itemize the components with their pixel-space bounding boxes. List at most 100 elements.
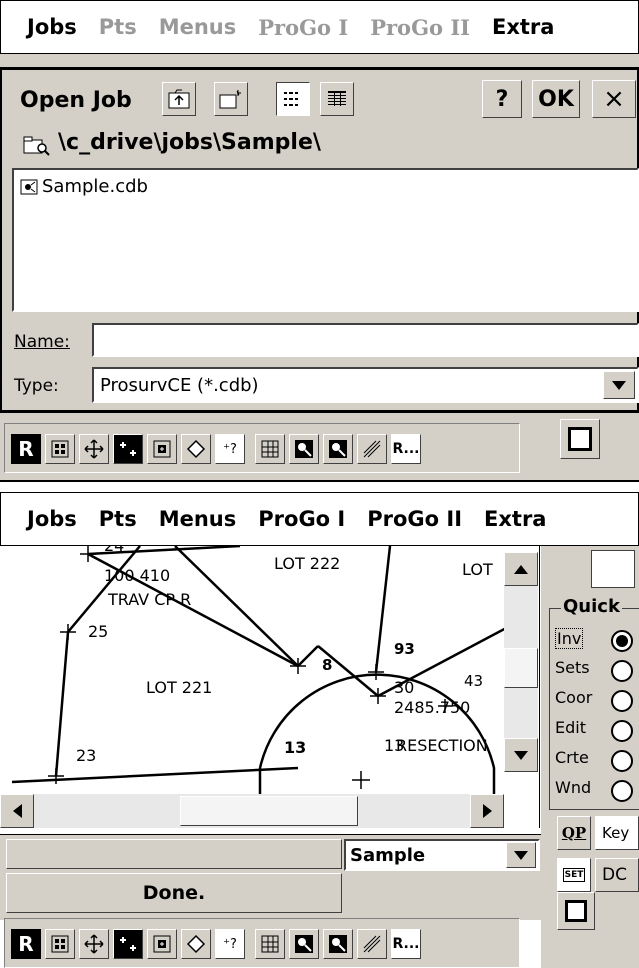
menu-menus-2[interactable]: Menus [159,507,237,531]
menu-progo-1[interactable]: ProGo I [258,15,348,40]
quick-top-box[interactable] [591,550,635,588]
menu-jobs[interactable]: Jobs [27,15,77,39]
hatch-button[interactable] [357,434,387,464]
menu-jobs-2[interactable]: Jobs [27,507,77,531]
qp-button[interactable]: QP [557,816,591,850]
zoom-extents-button[interactable] [45,434,75,464]
job-dropdown-button[interactable] [506,842,536,868]
vertical-scrollbar[interactable] [504,552,538,772]
top-corner-button[interactable] [560,419,600,459]
status-message-panel: Done. [6,873,342,913]
menu-menus[interactable]: Menus [159,15,237,39]
map-label-trav: TRAV CP R [108,590,192,609]
job-select[interactable]: Sample [344,839,540,871]
query-button-2[interactable]: ⁺? [215,929,245,959]
menu-extra-2[interactable]: Extra [484,507,546,531]
status-area: Sample Done. [0,834,548,920]
fit-view-button[interactable] [181,434,211,464]
quick-radio-coor[interactable] [611,690,633,712]
scroll-left-button[interactable] [0,794,34,828]
map-label-p24: 24 [104,546,124,555]
file-item-name: Sample.cdb [42,176,148,197]
magnify-minus-button-2[interactable] [323,929,353,959]
quick-label-wnd: Wnd [555,778,592,797]
dc-button[interactable]: DC [595,858,639,892]
job-select-value: Sample [350,845,426,866]
grid-button[interactable] [255,434,285,464]
quick-radio-sets[interactable] [611,660,633,682]
pan-button-2[interactable] [79,929,109,959]
key-button[interactable]: Key [595,816,639,850]
up-folder-button[interactable] [162,82,196,116]
arrow-down-icon [514,750,528,760]
arrow-left-icon [12,804,22,818]
map-label-lot221: LOT 221 [146,678,213,697]
scroll-up-button[interactable] [504,552,538,586]
menu-extra[interactable]: Extra [492,15,554,39]
menu-progo-1-2[interactable]: ProGo I [258,507,345,531]
list-view-icon [284,92,298,106]
query-button[interactable]: ⁺? [215,434,245,464]
type-select[interactable]: ProsurvCE (*.cdb) [92,367,639,403]
horizontal-scrollbar[interactable] [0,794,504,828]
scroll-down-button[interactable] [504,738,538,772]
chevron-down-icon [612,380,626,390]
scroll-right-button[interactable] [470,794,504,828]
redraw-button-2[interactable]: R [11,929,41,959]
file-list[interactable]: Sample.cdb [12,168,639,312]
close-button[interactable]: × [592,80,636,118]
hatch-icon [363,935,381,953]
file-item[interactable]: Sample.cdb [20,176,148,197]
map-label-p25: 25 [88,622,109,641]
name-field[interactable] [92,323,639,357]
menu-pts-2[interactable]: Pts [99,507,137,531]
name-label: Name: [14,332,70,352]
menu-progo-2[interactable]: ProGo II [370,15,470,40]
more-button[interactable]: R... [391,434,421,464]
details-view-icon [328,91,346,106]
diamond-icon [186,934,206,954]
pan-button[interactable] [79,434,109,464]
horizontal-scroll-thumb[interactable] [180,796,358,826]
quick-label-crte: Crte [555,748,589,767]
details-view-button[interactable] [320,82,354,116]
set-button[interactable]: SET [557,858,591,892]
zoom-window-button-2[interactable] [147,929,177,959]
new-folder-button[interactable] [214,82,248,116]
help-button[interactable]: ? [482,80,522,118]
zoom-window-button[interactable] [147,434,177,464]
zoom-extents-button-2[interactable] [45,929,75,959]
ok-button[interactable]: OK [532,80,580,118]
menu-pts[interactable]: Pts [99,15,137,39]
dc-label: DC [602,865,627,885]
magnify-plus-button[interactable] [289,434,319,464]
bottom-corner-button[interactable] [557,892,595,930]
zoom-in-button[interactable] [113,434,143,464]
magnify-plus-button-2[interactable] [289,929,319,959]
map-canvas[interactable]: 24 100.410 TRAV CP R LOT 222 LOT 25 LOT … [0,546,540,828]
quick-radio-wnd[interactable] [611,780,633,802]
vertical-scroll-thumb[interactable] [504,648,538,688]
type-dropdown-button[interactable] [603,371,635,399]
more-button-2[interactable]: R... [391,929,421,959]
quick-panel: Quick Inv Sets Coor Edit Crte Wnd QP Key… [541,546,639,968]
map-label-p43: 43 [464,672,484,690]
grid-button-2[interactable] [255,929,285,959]
magnify-plus-icon [295,935,313,953]
type-label: Type: [14,376,59,396]
chevron-down-icon [514,850,528,860]
menu-progo-2-2[interactable]: ProGo II [367,507,462,531]
map-label-p23: 23 [76,746,97,765]
list-view-button[interactable] [276,82,310,116]
bottom-menubar: Jobs Pts Menus ProGo I ProGo II Extra [0,492,639,546]
magnify-minus-button[interactable] [323,434,353,464]
quick-radio-crte[interactable] [611,750,633,772]
redraw-button[interactable]: R [11,434,41,464]
quick-radio-edit[interactable] [611,720,633,742]
zoom-in-button-2[interactable] [113,929,143,959]
background-strip [0,54,639,68]
zoom-in-icon [120,442,136,456]
quick-radio-inv[interactable] [611,630,633,652]
hatch-button-2[interactable] [357,929,387,959]
fit-view-button-2[interactable] [181,929,211,959]
